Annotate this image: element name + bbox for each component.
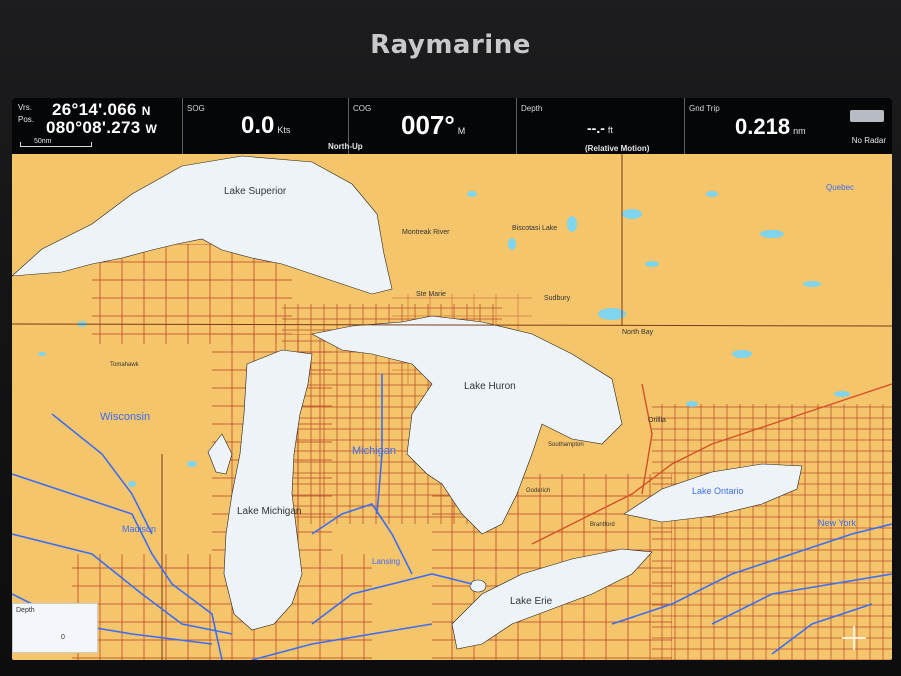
label-north-bay: North Bay xyxy=(622,329,654,336)
label-michigan: Michigan xyxy=(352,445,396,457)
lat-label: Vrs. xyxy=(18,103,32,112)
sog-cell[interactable]: SOG 0.0 Kts xyxy=(182,98,349,154)
brand-logo: Raymarine xyxy=(370,30,531,60)
sog-label: SOG xyxy=(187,104,205,113)
cog-value: 007° xyxy=(401,110,455,140)
scale-bar xyxy=(20,142,92,147)
trip-unit: nm xyxy=(793,126,806,136)
label-sault-ste-marie: Ste Marie xyxy=(416,291,446,298)
cog-label: COG xyxy=(353,104,372,113)
latitude-value: 26°14'.066 xyxy=(52,100,137,119)
chart-screen[interactable]: Vrs. Pos. 26°14'.066 N 080°08'.273 W 50n… xyxy=(12,98,892,660)
latitude-hemisphere: N xyxy=(141,104,151,118)
label-tomahawk: Tomahawk xyxy=(110,362,140,368)
cog-unit: M xyxy=(457,126,466,136)
crosshair-cursor-icon[interactable] xyxy=(840,624,868,652)
sog-value: 0.0 xyxy=(241,112,275,139)
label-orillia: Orillia xyxy=(648,417,666,424)
scale-label: 50nm xyxy=(34,138,52,145)
label-brantford: Brantford xyxy=(590,522,615,528)
trip-readout: 0.218 nm xyxy=(735,114,806,140)
lake-st-clair-shape xyxy=(469,579,487,593)
sog-unit: Kts xyxy=(277,125,291,135)
radar-status: No Radar xyxy=(851,136,886,145)
data-bar: Vrs. Pos. 26°14'.066 N 080°08'.273 W 50n… xyxy=(12,98,892,154)
orientation-mode[interactable]: North-Up xyxy=(328,142,363,151)
depth-legend-label: Depth xyxy=(16,607,35,614)
longitude-value: 080°08'.273 xyxy=(46,118,141,137)
label-wisconsin: Wisconsin xyxy=(100,411,150,423)
motion-mode[interactable]: (Relative Motion) xyxy=(585,144,649,153)
cog-cell[interactable]: COG 007° M xyxy=(348,98,517,154)
cog-readout: 007° M xyxy=(401,110,465,141)
nautical-chart-map[interactable]: Lake Superior Lake Michigan Lake Huron L… xyxy=(12,154,892,660)
label-sudbury: Sudbury xyxy=(544,295,571,302)
depth-legend: Depth 0 xyxy=(12,603,98,653)
device-bezel: Raymarine Vrs. Pos. 26°14'.066 N 080°08'… xyxy=(0,0,901,676)
longitude-hemisphere: W xyxy=(145,122,158,136)
depth-legend-value: 0 xyxy=(61,634,65,641)
depth-value: --.- xyxy=(587,120,605,136)
depth-cell[interactable]: Depth --.- ft (Relative Motion) xyxy=(516,98,685,154)
depth-readout: --.- ft xyxy=(587,120,613,136)
label-montreal-river: Montreak River xyxy=(402,229,450,236)
longitude: 080°08'.273 W xyxy=(46,118,157,138)
label-lake-ontario: Lake Ontario xyxy=(692,486,744,496)
label-lake-superior: Lake Superior xyxy=(224,186,287,197)
trip-label: Gnd Trip xyxy=(689,104,720,113)
label-lansing: Lansing xyxy=(372,557,400,566)
label-lake-huron: Lake Huron xyxy=(464,381,516,392)
label-southampton: Southampton xyxy=(548,442,584,448)
radar-button[interactable]: No Radar xyxy=(846,110,886,146)
label-lake-michigan: Lake Michigan xyxy=(237,506,301,517)
sog-readout: 0.0 Kts xyxy=(241,112,290,140)
radar-icon xyxy=(850,110,884,122)
position-cell[interactable]: Vrs. Pos. 26°14'.066 N 080°08'.273 W 50n… xyxy=(12,98,182,154)
label-goderich: Goderich xyxy=(526,488,550,494)
latitude: 26°14'.066 N xyxy=(52,100,151,120)
label-quebec: Quebec xyxy=(826,183,854,192)
lon-label: Pos. xyxy=(18,115,35,124)
depth-unit: ft xyxy=(607,125,613,135)
label-madison: Madison xyxy=(122,524,156,534)
trip-value: 0.218 xyxy=(735,114,791,139)
label-lake-erie: Lake Erie xyxy=(510,596,553,607)
label-biscotasi-lake: Biscotasi Lake xyxy=(512,225,557,232)
depth-label: Depth xyxy=(521,104,543,113)
label-new-york: New York xyxy=(818,518,857,528)
trip-cell[interactable]: Gnd Trip 0.218 nm xyxy=(684,98,845,154)
